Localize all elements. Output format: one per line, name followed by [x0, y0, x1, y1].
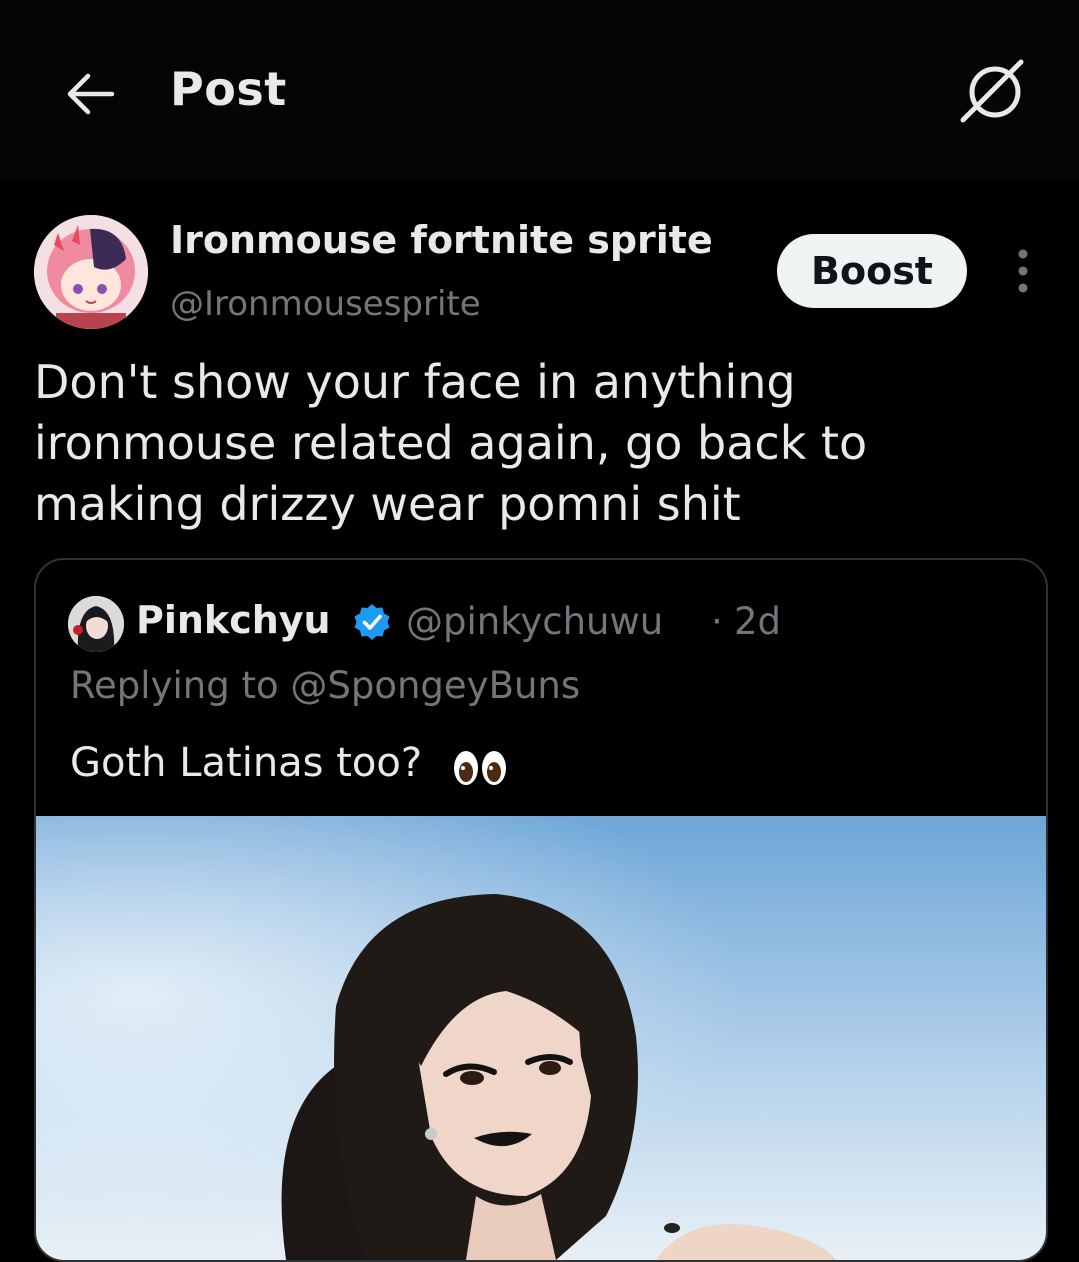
- eyes-emoji-icon: [454, 751, 506, 785]
- more-options-button[interactable]: [1000, 246, 1046, 296]
- quoted-post-card[interactable]: Pinkchyu @pinkychuwu · 2d Replying to @S…: [34, 558, 1048, 1262]
- quoted-author-handle: @pinkychuwu: [406, 600, 664, 643]
- boost-button[interactable]: Boost: [777, 234, 967, 308]
- quoted-author-avatar: [68, 596, 124, 652]
- quoted-author-name: Pinkchyu: [136, 598, 331, 642]
- post-text: Don't show your face in anything ironmou…: [34, 355, 868, 531]
- grok-icon: [960, 59, 1024, 123]
- top-bar: Post: [0, 0, 1079, 180]
- author-handle[interactable]: @Ironmousesprite: [170, 284, 481, 324]
- quoted-media-photo[interactable]: [36, 816, 1046, 1260]
- grok-button[interactable]: [955, 56, 1031, 128]
- author-avatar[interactable]: [34, 215, 148, 329]
- page-title: Post: [170, 62, 287, 116]
- author-name[interactable]: Ironmouse fortnite sprite: [170, 218, 713, 262]
- separator-dot: ·: [711, 600, 723, 643]
- quoted-text: Goth Latinas too?: [70, 740, 423, 786]
- back-button[interactable]: [60, 64, 120, 124]
- quoted-timestamp: 2d: [734, 600, 782, 643]
- replying-to: Replying to @SpongeyBuns: [70, 664, 581, 707]
- more-vertical-icon: [1018, 249, 1028, 293]
- verified-badge-icon: [354, 604, 390, 640]
- arrow-left-icon: [67, 73, 115, 115]
